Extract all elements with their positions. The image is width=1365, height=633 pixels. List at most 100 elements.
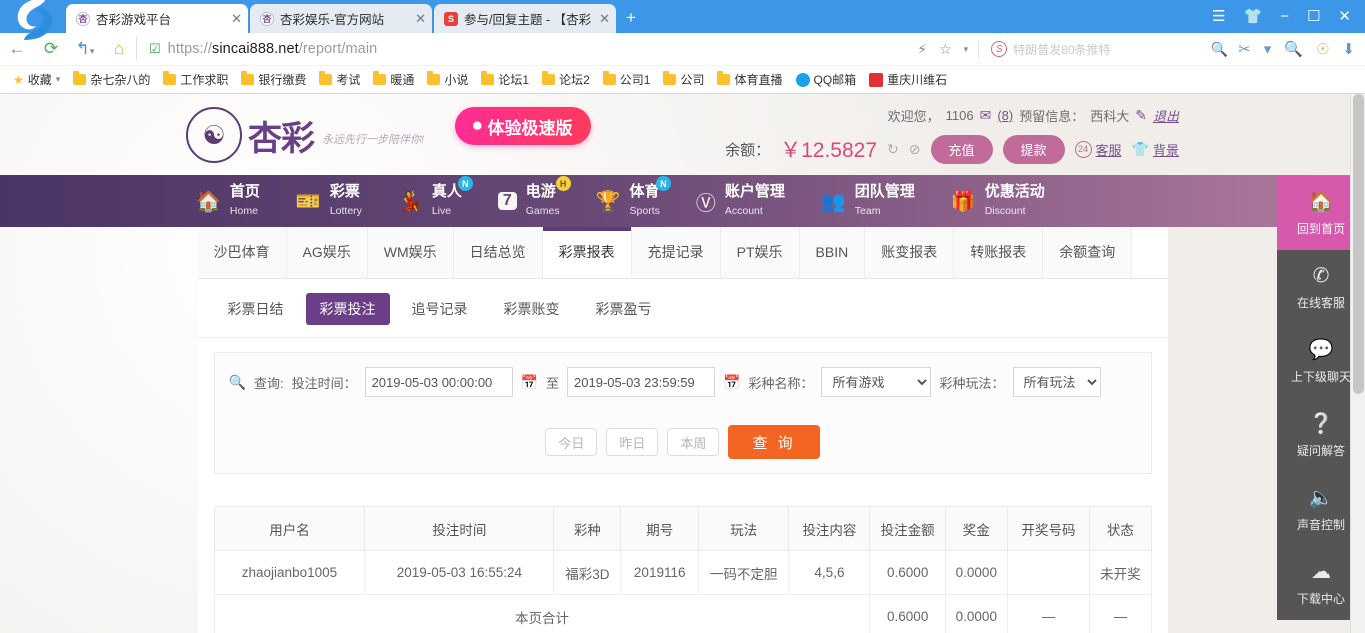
bookmark-item[interactable]: QQ邮箱 (791, 69, 862, 90)
logout-link[interactable]: 退出 (1153, 106, 1179, 125)
search-input[interactable]: 特朗普发80条推特 (1013, 41, 1205, 58)
nav-item-live[interactable]: 💃 真人 Live N (398, 176, 473, 219)
eye-off-icon[interactable]: ⊘ (909, 141, 921, 158)
date-to-input[interactable] (567, 367, 716, 397)
balance-amount: ￥12.5827 (780, 139, 878, 162)
tab-wm[interactable]: WM娱乐 (367, 227, 454, 278)
history-dropdown-button[interactable]: ↰▾ (68, 39, 102, 59)
subtab-lottery-account-change[interactable]: 彩票账变 (490, 293, 574, 325)
bookmark-item[interactable]: 银行缴费 (236, 69, 311, 90)
bookmark-item[interactable]: 杂七杂八的 (68, 69, 155, 90)
bookmark-item[interactable]: 工作求职 (158, 69, 233, 90)
more-options-icon[interactable]: ☉ (1316, 40, 1329, 58)
game-name-select[interactable]: 所有游戏 (821, 367, 932, 397)
tab-balance-query[interactable]: 余额查询 (1043, 227, 1133, 278)
chevron-down-icon[interactable]: ▾ (1264, 40, 1272, 58)
search-icon[interactable]: 🔍 (1211, 41, 1228, 58)
subtab-lottery-bets[interactable]: 彩票投注 (305, 293, 390, 325)
browser-tab-2[interactable]: 杏 杏彩娱乐-官方网站 ✕ (250, 4, 432, 33)
tab-bbin[interactable]: BBIN (799, 227, 866, 278)
browser-tab-3[interactable]: S 参与/回复主题 - 【杏彩 ✕ (434, 4, 616, 33)
date-from-input[interactable] (364, 367, 513, 397)
calendar-icon[interactable]: 📅 (521, 374, 538, 391)
browser-tab-1[interactable]: 杏 杏彩游戏平台 ✕ (66, 4, 248, 33)
customer-service-link[interactable]: 24 客服 (1074, 140, 1122, 159)
chevron-down-icon[interactable]: ▾ (964, 44, 969, 55)
nav-item-team[interactable]: 👥 团队管理 Team (821, 183, 915, 219)
bookmark-item[interactable]: 暖通 (368, 69, 419, 90)
today-button[interactable]: 今日 (545, 428, 598, 456)
filter-panel: 🔍 查询: 投注时间： 📅 至 📅 彩种名称： 所有游戏 彩种玩法： 所有玩法 … (213, 352, 1152, 474)
page-scrollbar[interactable] (1350, 94, 1365, 633)
mail-count[interactable]: (8) (997, 108, 1013, 123)
mail-icon[interactable]: ✉ (980, 107, 992, 124)
address-bar[interactable]: ☑ https://sincai888.net/report/main ⚡ ☆ … (136, 37, 968, 61)
main-navigation: 🏠 首页 Home 🎫 彩票 Lottery 💃 真人 Live N 7 电游 Game… (0, 175, 1365, 227)
bookmark-favorites[interactable]: ★ 收藏 ▾ (8, 69, 65, 90)
nav-item-home[interactable]: 🏠 首页 Home (196, 183, 260, 219)
tab-daily-overview[interactable]: 日结总览 (453, 227, 543, 278)
tab-ag[interactable]: AG娱乐 (286, 227, 368, 278)
screenshot-icon[interactable]: 🔍 (1284, 40, 1303, 58)
scissors-icon[interactable]: ✂ (1238, 40, 1251, 58)
new-tab-button[interactable]: + (618, 8, 644, 33)
bookmark-item[interactable]: 论坛1 (476, 69, 534, 90)
close-icon[interactable]: ✕ (595, 11, 610, 27)
subtab-lottery-daily[interactable]: 彩票日结 (214, 293, 298, 325)
skin-link[interactable]: 👕 背景 (1132, 140, 1179, 159)
scrollbar-thumb[interactable] (1353, 94, 1364, 394)
tab-pt[interactable]: PT娱乐 (720, 227, 800, 278)
close-icon[interactable]: ✕ (227, 11, 242, 27)
play-type-select[interactable]: 所有玩法 (1012, 367, 1101, 397)
bookmark-label: 重庆川维石 (887, 73, 948, 87)
bookmark-label: 小说 (444, 73, 469, 87)
refresh-icon[interactable]: ↻ (887, 141, 899, 158)
minimize-icon[interactable]: − (1280, 9, 1289, 24)
bookmark-item[interactable]: 小说 (422, 69, 473, 90)
subtab-lottery-profit-loss[interactable]: 彩票盈亏 (582, 293, 666, 325)
withdraw-button[interactable]: 提款 (1002, 134, 1065, 164)
yesterday-button[interactable]: 昨日 (606, 428, 659, 456)
th-lottery-type: 彩种 (553, 506, 622, 551)
tab-shaba-sports[interactable]: 沙巴体育 (197, 227, 287, 278)
edit-icon[interactable]: ✎ (1135, 107, 1147, 124)
calendar-icon[interactable]: 📅 (723, 374, 740, 391)
search-box[interactable]: S 特朗普发80条推特 🔍 (978, 40, 1228, 58)
bookmark-item[interactable]: 重庆川维石 (864, 69, 952, 90)
speed-version-badge[interactable]: ⏺ 体验极速版 (455, 107, 591, 145)
this-week-button[interactable]: 本周 (667, 428, 720, 456)
deposit-button[interactable]: 充值 (930, 134, 993, 164)
menu-icon[interactable]: ☰ (1212, 9, 1225, 24)
lightning-icon[interactable]: ⚡ (917, 41, 927, 58)
maximize-icon[interactable]: ☐ (1307, 9, 1320, 24)
tab-transfer-report[interactable]: 转账报表 (954, 227, 1044, 278)
filter-buttons: 今日 昨日 本周 查 询 (229, 405, 1137, 459)
subtab-chase-record[interactable]: 追号记录 (398, 293, 482, 325)
bookmark-item[interactable]: 公司 (658, 69, 709, 90)
bookmark-item[interactable]: 考试 (314, 69, 365, 90)
bookmark-item[interactable]: 体育直播 (712, 69, 787, 90)
table-header-row: 用户名 投注时间 彩种 期号 玩法 投注内容 投注金额 奖金 开奖号码 状态 (213, 506, 1152, 551)
close-icon[interactable]: ✕ (411, 11, 426, 27)
bookmark-item[interactable]: 公司1 (598, 69, 656, 90)
close-icon[interactable]: ✕ (1338, 9, 1351, 24)
nav-item-games[interactable]: 7 电游 Games H (497, 176, 571, 219)
home-button[interactable]: ⌂ (102, 39, 136, 59)
chevron-down-icon[interactable]: ▾ (56, 74, 61, 85)
tab-lottery-report[interactable]: 彩票报表 (542, 227, 632, 278)
cell-username: zhaojianbo1005 (213, 550, 366, 595)
skin-icon[interactable]: 👕 (1244, 9, 1263, 24)
nav-item-sports[interactable]: 🏆 体育 Sports N (595, 176, 671, 219)
download-icon[interactable]: ⬇ (1342, 40, 1355, 58)
folder-icon (602, 71, 616, 85)
table-row[interactable]: zhaojianbo1005 2019-05-03 16:55:24 福彩3D … (213, 550, 1152, 595)
nav-item-lottery[interactable]: 🎫 彩票 Lottery (296, 183, 362, 219)
tab-deposit-withdraw-record[interactable]: 充提记录 (631, 227, 721, 278)
bookmark-item[interactable]: 论坛2 (537, 69, 595, 90)
nav-item-account[interactable]: Ⓥ 账户管理 Account (696, 183, 785, 219)
nav-item-discount[interactable]: 🎁 优惠活动 Discount (951, 183, 1045, 219)
query-button[interactable]: 查 询 (728, 425, 820, 459)
tab-account-change-report[interactable]: 账变报表 (865, 227, 955, 278)
trophy-icon: 🏆 (595, 190, 621, 213)
bookmark-star-icon[interactable]: ☆ (939, 41, 952, 58)
